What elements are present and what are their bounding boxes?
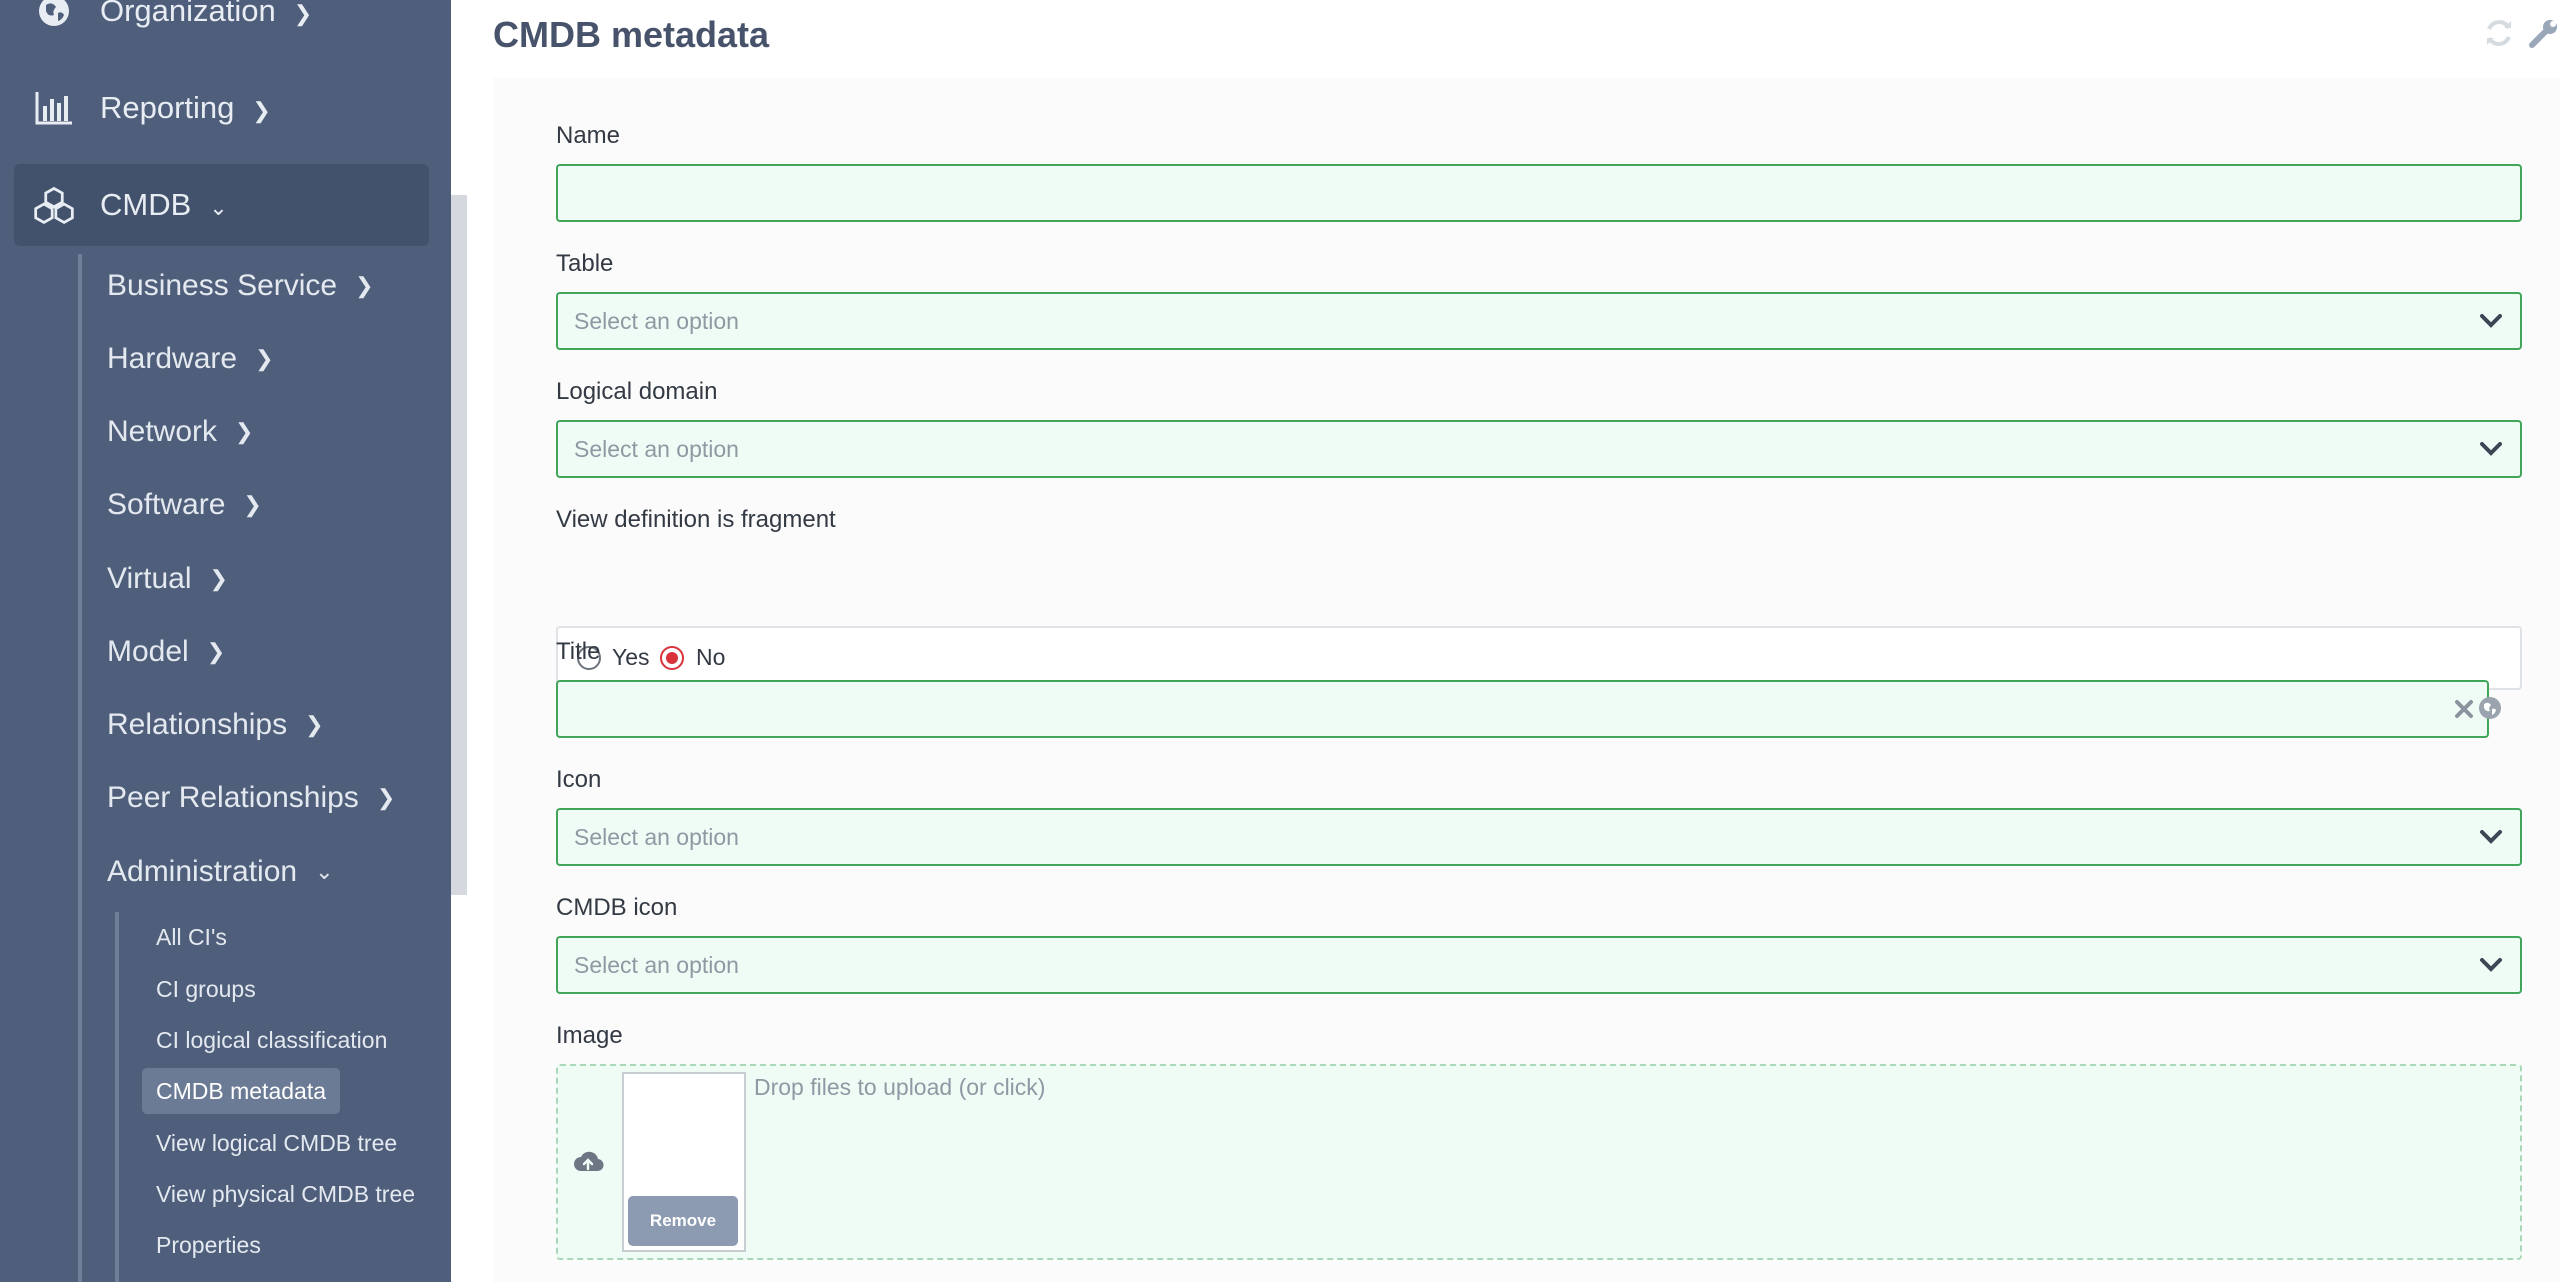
submenu-guide-line — [78, 254, 82, 1282]
main-content: CMDB metadata Name Table Select an optio… — [467, 0, 2560, 1282]
chevron-right-icon: ❯ — [293, 1, 313, 26]
sidebar-item-software[interactable]: Software ❯ — [107, 477, 262, 533]
chevron-down-icon — [2480, 830, 2502, 844]
sidebar-item-organization[interactable]: Organization ❯ — [0, 0, 451, 52]
sidebar-item-label: Business Service — [107, 269, 338, 302]
dropzone-text: Drop files to upload (or click) — [754, 1074, 1046, 1100]
sidebar-item-label: Administration — [107, 855, 298, 888]
bar-chart-icon — [32, 86, 76, 130]
radio-no-label[interactable]: No — [696, 644, 725, 671]
table-placeholder: Select an option — [574, 307, 739, 334]
sidebar-item-label: Organization — [100, 0, 276, 28]
chevron-right-icon: ❯ — [243, 492, 262, 517]
clear-icon[interactable] — [2451, 696, 2477, 722]
sidebar-item-relationships[interactable]: Relationships ❯ — [107, 697, 324, 753]
sidebar-item-cmdb[interactable]: CMDB ⌄ — [14, 164, 429, 246]
radio-no[interactable] — [660, 646, 684, 670]
sidebar-item-hardware[interactable]: Hardware ❯ — [107, 331, 274, 387]
chevron-down-icon: ⌄ — [315, 859, 334, 884]
sidebar-item-view-logical-cmdb-tree[interactable]: View logical CMDB tree — [142, 1120, 411, 1166]
sidebar-item-ci-groups[interactable]: CI groups — [142, 966, 270, 1012]
name-label: Name — [556, 122, 621, 149]
sidebar-item-label: Peer Relationships — [107, 781, 359, 814]
sidebar-item-label: Network — [107, 415, 218, 448]
image-preview: Remove — [622, 1072, 746, 1252]
sidebar-item-business-service[interactable]: Business Service ❯ — [107, 258, 374, 314]
chevron-right-icon: ❯ — [209, 566, 228, 591]
icon-placeholder: Select an option — [574, 823, 739, 850]
table-select[interactable]: Select an option — [556, 292, 2522, 350]
name-input[interactable] — [556, 164, 2522, 222]
cmdb-icon-select[interactable]: Select an option — [556, 936, 2522, 994]
sidebar-item-peer-relationships[interactable]: Peer Relationships ❯ — [107, 770, 395, 826]
image-dropzone[interactable]: Remove Drop files to upload (or click) — [556, 1064, 2522, 1260]
cubes-icon — [32, 183, 76, 227]
icon-label: Icon — [556, 766, 602, 793]
chevron-right-icon: ❯ — [305, 712, 324, 737]
sidebar-item-label: CMDB metadata — [156, 1077, 327, 1104]
view-fragment-label: View definition is fragment — [556, 506, 836, 533]
sidebar-item-label: Virtual — [107, 562, 192, 595]
logical-domain-label: Logical domain — [556, 378, 718, 405]
sidebar-item-model[interactable]: Model ❯ — [107, 624, 225, 680]
sidebar-item-label: Reporting — [100, 90, 235, 125]
sidebar-item-label: Hardware — [107, 342, 238, 375]
chevron-down-icon — [2480, 314, 2502, 328]
sidebar-item-label: CI groups — [156, 975, 256, 1002]
chevron-right-icon: ❯ — [255, 346, 274, 371]
globe-icon — [32, 0, 76, 33]
chevron-down-icon — [2480, 442, 2502, 456]
sidebar-item-label: View physical CMDB tree — [156, 1180, 416, 1207]
image-label: Image — [556, 1022, 623, 1049]
sidebar-item-label: All CI's — [156, 923, 227, 950]
radio-yes-label[interactable]: Yes — [612, 644, 650, 671]
sidebar-item-virtual[interactable]: Virtual ❯ — [107, 551, 228, 607]
sidebar-item-all-cis[interactable]: All CI's — [142, 914, 241, 960]
sidebar-scrollbar[interactable] — [451, 195, 467, 895]
title-label: Title — [556, 638, 601, 665]
sidebar-item-administration[interactable]: Administration ⌄ — [107, 844, 334, 900]
wrench-icon[interactable] — [2527, 16, 2560, 50]
sidebar-item-cmdb-metadata[interactable]: CMDB metadata — [142, 1068, 341, 1114]
sidebar-item-label: CMDB — [100, 187, 192, 222]
sidebar-item-reporting[interactable]: Reporting ❯ — [0, 67, 451, 149]
table-label: Table — [556, 250, 614, 277]
page-title: CMDB metadata — [493, 14, 770, 55]
remove-button[interactable]: Remove — [628, 1196, 738, 1246]
sidebar-item-label: CI logical classification — [156, 1026, 388, 1053]
cmdb-icon-label: CMDB icon — [556, 894, 678, 921]
sidebar-item-properties[interactable]: Properties — [142, 1222, 275, 1268]
chevron-right-icon: ❯ — [355, 273, 374, 298]
chevron-down-icon: ⌄ — [209, 195, 228, 220]
sidebar-item-label: View logical CMDB tree — [156, 1129, 398, 1156]
cmdb-icon-placeholder: Select an option — [574, 951, 739, 978]
logical-domain-placeholder: Select an option — [574, 435, 739, 462]
sidebar-item-label: Model — [107, 635, 189, 668]
chevron-right-icon: ❯ — [206, 639, 226, 664]
sidebar-item-label: Relationships — [107, 708, 288, 741]
chevron-right-icon: ❯ — [235, 419, 254, 444]
icon-select[interactable]: Select an option — [556, 808, 2522, 866]
logical-domain-select[interactable]: Select an option — [556, 420, 2522, 478]
cloud-upload-icon — [574, 1151, 604, 1172]
sidebar: Organization ❯ Reporting ❯ CMDB ⌄ Business … — [0, 0, 451, 1282]
sidebar-item-view-physical-cmdb-tree[interactable]: View physical CMDB tree — [142, 1171, 429, 1217]
chevron-right-icon: ❯ — [252, 98, 271, 123]
submenu-guide-line — [115, 912, 119, 1282]
chevron-down-icon — [2480, 958, 2502, 972]
title-input[interactable] — [556, 680, 2489, 738]
refresh-icon[interactable] — [2482, 16, 2516, 50]
metadata-form: Name Table Select an option Logical doma… — [493, 78, 2560, 1282]
chevron-right-icon: ❯ — [376, 785, 396, 810]
sidebar-item-label: Properties — [156, 1231, 261, 1258]
sidebar-item-network[interactable]: Network ❯ — [107, 404, 253, 460]
sidebar-item-label: Software — [107, 488, 226, 521]
globe-icon[interactable] — [2477, 695, 2503, 721]
sidebar-item-ci-logical-classification[interactable]: CI logical classification — [142, 1017, 401, 1063]
